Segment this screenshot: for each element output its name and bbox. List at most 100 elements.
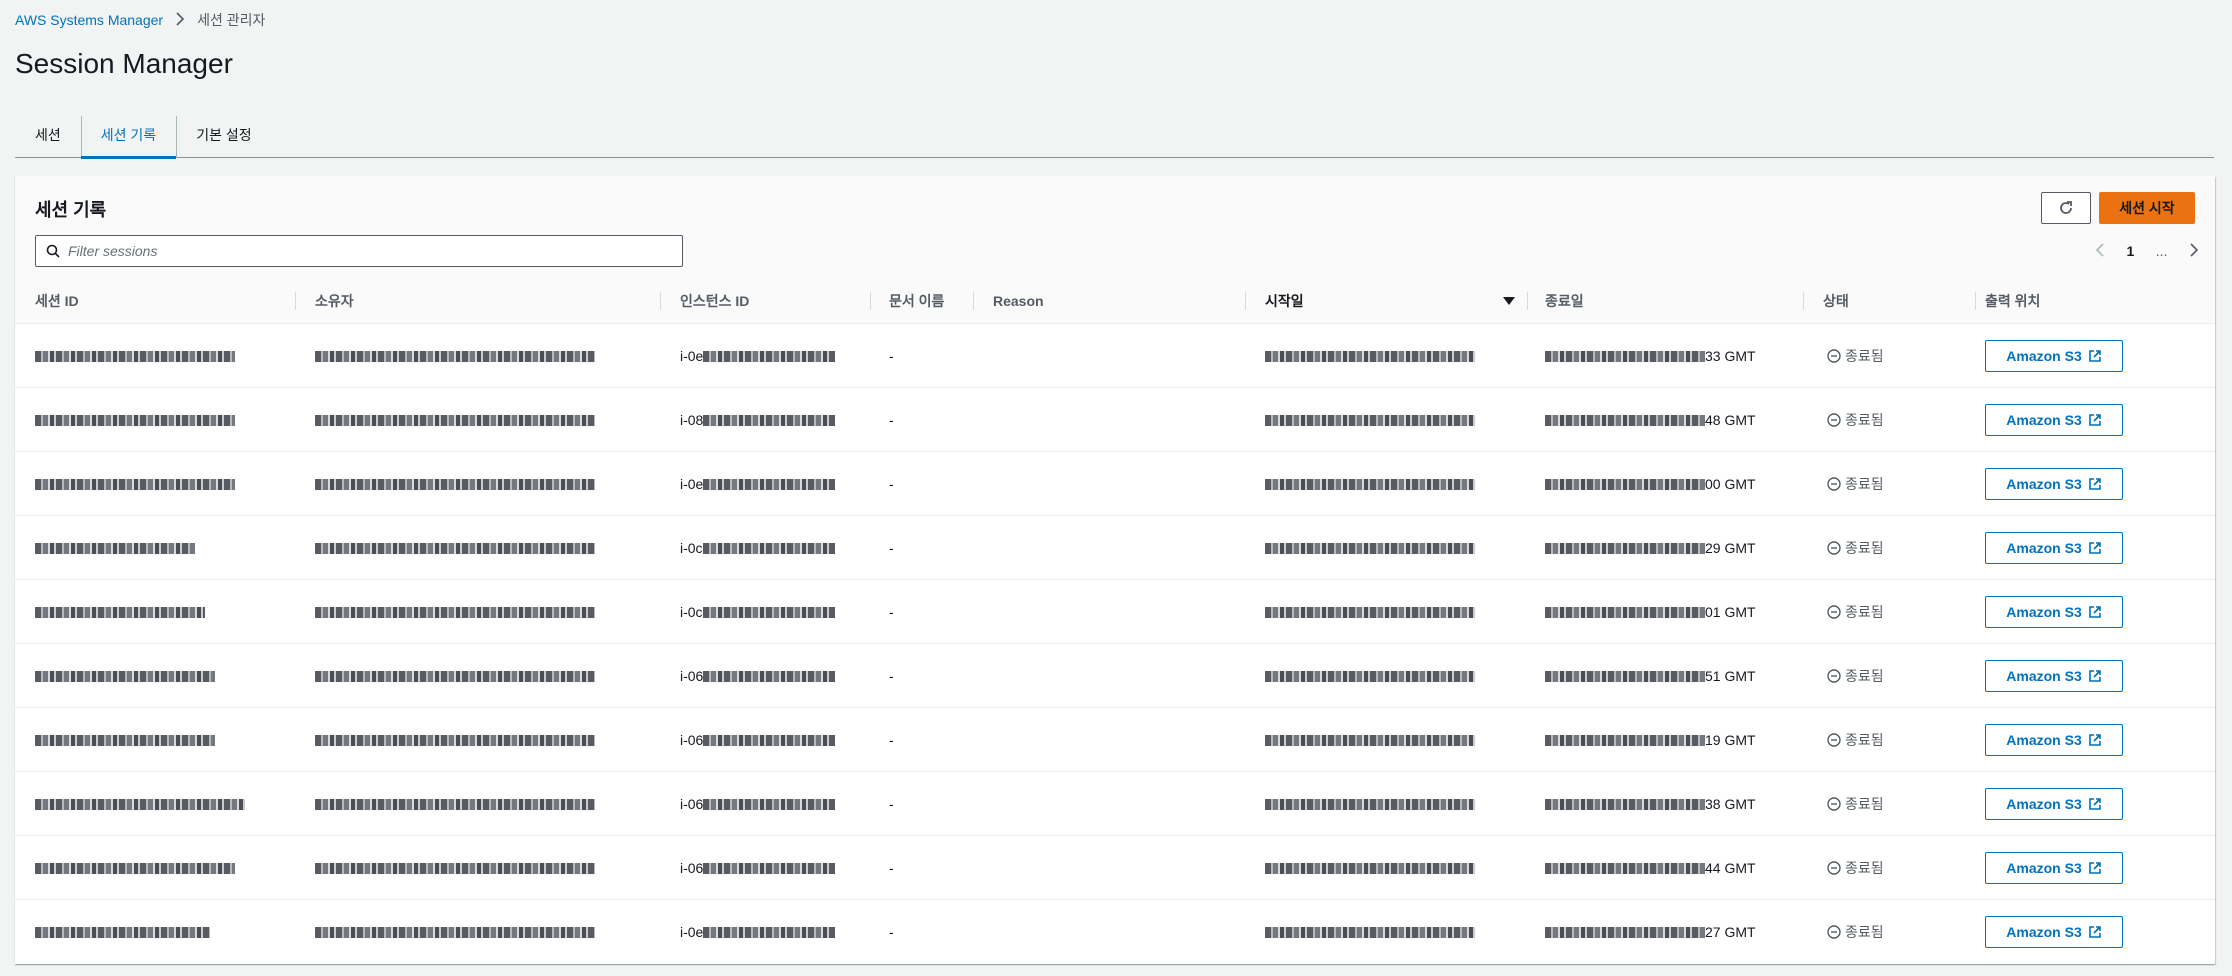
external-link-icon	[2088, 670, 2101, 682]
column-divider[interactable]	[660, 292, 661, 310]
panel-header: 세션 기록 세션 시작 1 ...	[15, 176, 2215, 278]
redacted-start-date	[1265, 350, 1475, 362]
breadcrumb-link-systems-manager[interactable]: AWS Systems Manager	[15, 12, 163, 28]
amazon-s3-link-button[interactable]: Amazon S3	[1985, 788, 2123, 820]
redacted-session-id	[35, 862, 235, 874]
end-date-suffix: 51 GMT	[1705, 668, 1756, 684]
redacted-end-date	[1545, 670, 1705, 682]
instance-id-cell: i-0e	[680, 324, 836, 388]
redacted-owner	[315, 542, 595, 554]
external-link-icon	[2088, 542, 2101, 554]
redacted-end-date	[1545, 542, 1705, 554]
amazon-s3-label: Amazon S3	[2006, 668, 2082, 684]
start-date-cell	[1265, 388, 1475, 452]
column-divider[interactable]	[1803, 292, 1804, 310]
document-name-cell: -	[889, 732, 894, 748]
amazon-s3-label: Amazon S3	[2006, 412, 2082, 428]
redacted-session-id	[35, 670, 215, 682]
output-location-cell: Amazon S3	[1985, 772, 2123, 836]
column-header-document-name[interactable]: 문서 이름	[889, 278, 944, 324]
amazon-s3-link-button[interactable]: Amazon S3	[1985, 852, 2123, 884]
tab-sessions[interactable]: 세션	[15, 112, 81, 158]
instance-id-cell: i-0c	[680, 580, 835, 644]
column-header-owner[interactable]: 소유자	[315, 278, 354, 324]
external-link-icon	[2088, 350, 2101, 362]
session-id-cell[interactable]	[35, 516, 195, 580]
session-id-cell[interactable]	[35, 644, 215, 708]
amazon-s3-link-button[interactable]: Amazon S3	[1985, 596, 2123, 628]
owner-cell	[315, 772, 595, 836]
redacted-start-date	[1265, 734, 1475, 746]
column-divider[interactable]	[1975, 292, 1976, 310]
session-id-cell[interactable]	[35, 580, 205, 644]
session-id-cell[interactable]	[35, 900, 210, 964]
start-date-cell	[1265, 708, 1475, 772]
session-id-cell[interactable]	[35, 708, 215, 772]
redacted-instance-id	[702, 542, 835, 554]
document-name-cell: -	[889, 860, 894, 876]
amazon-s3-link-button[interactable]: Amazon S3	[1985, 404, 2123, 436]
column-divider[interactable]	[973, 292, 974, 310]
column-header-instance-id[interactable]: 인스턴스 ID	[680, 278, 749, 324]
column-header-status[interactable]: 상태	[1823, 278, 1849, 324]
tab-session-history[interactable]: 세션 기록	[80, 112, 177, 159]
column-divider[interactable]	[1245, 292, 1246, 310]
table-row: i-06 - 38 GMT 종료됨 Amazon S3	[15, 772, 2215, 836]
search-input[interactable]	[68, 243, 648, 259]
column-header-reason[interactable]: Reason	[993, 278, 1044, 324]
sort-descending-icon[interactable]	[1503, 297, 1515, 305]
session-id-cell[interactable]	[35, 452, 235, 516]
redacted-start-date	[1265, 862, 1475, 874]
end-date-suffix: 33 GMT	[1705, 348, 1756, 364]
chevron-right-icon[interactable]	[2189, 242, 2199, 260]
column-divider[interactable]	[295, 292, 296, 310]
column-header-output-location[interactable]: 출력 위치	[1985, 278, 2040, 324]
amazon-s3-label: Amazon S3	[2006, 348, 2082, 364]
column-header-session-id[interactable]: 세션 ID	[35, 278, 79, 324]
amazon-s3-link-button[interactable]: Amazon S3	[1985, 916, 2123, 948]
table-row: i-0e - 27 GMT 종료됨 Amazon S3	[15, 900, 2215, 964]
amazon-s3-link-button[interactable]: Amazon S3	[1985, 468, 2123, 500]
column-divider[interactable]	[1527, 292, 1528, 310]
status-label: 종료됨	[1845, 348, 1884, 364]
session-id-cell[interactable]	[35, 324, 235, 388]
chevron-left-icon[interactable]	[2095, 242, 2105, 260]
session-id-cell[interactable]	[35, 772, 245, 836]
start-date-cell	[1265, 772, 1475, 836]
amazon-s3-label: Amazon S3	[2006, 540, 2082, 556]
status-badge: 종료됨	[1827, 666, 1884, 686]
page-number[interactable]: 1	[2127, 243, 2135, 259]
status-label: 종료됨	[1845, 668, 1884, 684]
instance-id-prefix: i-06	[680, 860, 704, 876]
table-row: i-06 - 51 GMT 종료됨 Amazon S3	[15, 644, 2215, 708]
start-session-button[interactable]: 세션 시작	[2099, 192, 2195, 224]
start-date-cell	[1265, 644, 1475, 708]
instance-id-prefix: i-0c	[680, 540, 703, 556]
owner-cell	[315, 516, 595, 580]
amazon-s3-link-button[interactable]: Amazon S3	[1985, 660, 2123, 692]
output-location-cell: Amazon S3	[1985, 452, 2123, 516]
redacted-end-date	[1545, 350, 1705, 362]
refresh-button[interactable]	[2041, 192, 2091, 224]
session-id-cell[interactable]	[35, 836, 235, 900]
status-cell: 종료됨	[1827, 900, 1884, 964]
column-header-end-date[interactable]: 종료일	[1545, 278, 1584, 324]
redacted-owner	[315, 926, 595, 938]
redacted-instance-id	[703, 350, 836, 362]
table-row: i-06 - 44 GMT 종료됨 Amazon S3	[15, 836, 2215, 900]
redacted-instance-id	[703, 670, 836, 682]
amazon-s3-link-button[interactable]: Amazon S3	[1985, 340, 2123, 372]
amazon-s3-label: Amazon S3	[2006, 476, 2082, 492]
search-field[interactable]	[35, 235, 683, 267]
column-divider[interactable]	[870, 292, 871, 310]
amazon-s3-link-button[interactable]: Amazon S3	[1985, 724, 2123, 756]
redacted-start-date	[1265, 798, 1475, 810]
tab-preferences[interactable]: 기본 설정	[176, 112, 271, 158]
column-header-start-date[interactable]: 시작일	[1265, 278, 1304, 324]
table-row: i-0c - 29 GMT 종료됨 Amazon S3	[15, 516, 2215, 580]
session-id-cell[interactable]	[35, 388, 235, 452]
external-link-icon	[2088, 478, 2101, 490]
session-table-body: i-0e - 33 GMT 종료됨 Amazon S3 i-08 - 48 GM…	[15, 324, 2215, 964]
output-location-cell: Amazon S3	[1985, 388, 2123, 452]
amazon-s3-link-button[interactable]: Amazon S3	[1985, 532, 2123, 564]
